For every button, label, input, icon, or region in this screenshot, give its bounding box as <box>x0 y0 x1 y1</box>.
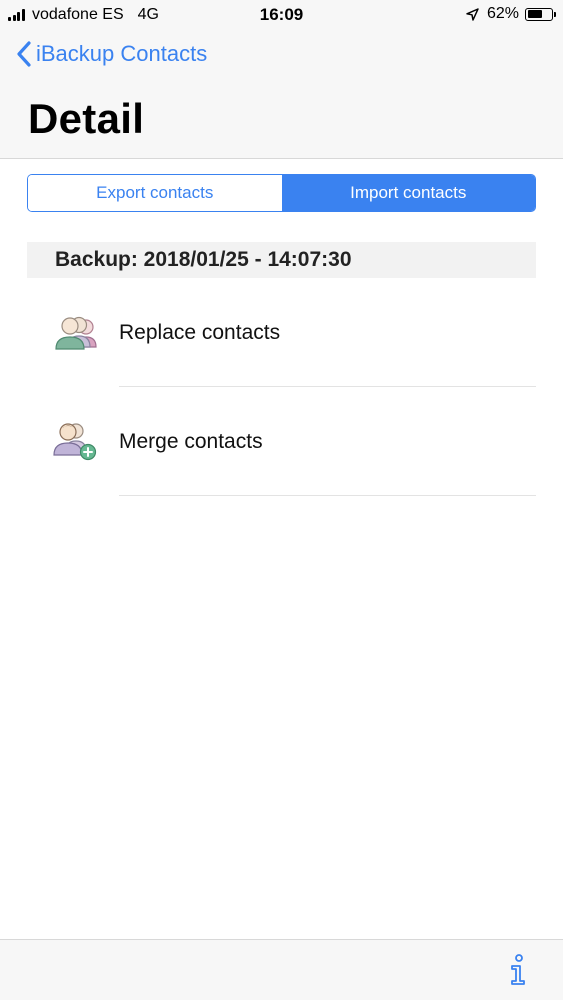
info-icon[interactable] <box>508 954 528 986</box>
status-right: 62% <box>466 5 556 23</box>
battery-fill <box>527 10 542 18</box>
users-group-icon <box>52 313 100 361</box>
battery-icon <box>525 7 556 21</box>
backup-header: Backup: 2018/01/25 - 14:07:30 <box>27 242 536 278</box>
replace-contacts-row[interactable]: Replace contacts <box>27 278 536 387</box>
page-title: Detail <box>28 95 145 142</box>
chevron-left-icon <box>16 40 32 68</box>
segmented-control: Export contacts Import contacts <box>27 174 536 212</box>
user-add-icon <box>52 419 100 467</box>
navigation-bar: iBackup Contacts Detail <box>0 30 563 159</box>
merge-contacts-label: Merge contacts <box>119 430 263 453</box>
merge-contacts-row[interactable]: Merge contacts <box>27 387 536 496</box>
back-button-label: iBackup Contacts <box>36 41 208 66</box>
battery-cap <box>553 11 556 17</box>
replace-contacts-label: Replace contacts <box>119 321 281 344</box>
status-bar: vodafone ES 4G 16:09 62% <box>0 0 563 30</box>
battery-percent: 62% <box>486 5 519 22</box>
bottom-toolbar <box>0 939 563 1000</box>
segment-export-contacts[interactable]: Export contacts <box>28 175 282 211</box>
back-button[interactable]: iBackup Contacts <box>16 40 207 68</box>
row-separator <box>119 495 536 496</box>
segment-import-contacts[interactable]: Import contacts <box>281 175 535 211</box>
location-arrow-icon <box>466 7 479 21</box>
